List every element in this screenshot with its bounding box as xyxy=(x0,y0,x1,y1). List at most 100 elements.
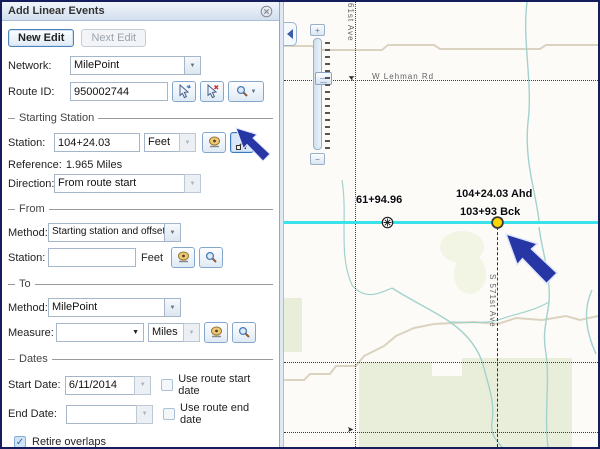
section-to: To xyxy=(8,278,273,290)
panel-body: New Edit Next Edit Network: MilePoint ▼ … xyxy=(2,21,279,449)
from-method-select[interactable]: Starting station and offset ▼ xyxy=(48,223,181,242)
field-polygon xyxy=(359,358,572,447)
chevron-down-icon[interactable]: ▼ xyxy=(128,329,143,336)
station-input[interactable] xyxy=(54,133,140,152)
road-direction-arrow: ➤ xyxy=(347,425,354,434)
measure-search-button[interactable] xyxy=(232,322,256,343)
chevron-down-icon: ▼ xyxy=(183,323,200,342)
direction-value: From route start xyxy=(54,174,184,193)
close-icon[interactable] xyxy=(260,5,273,18)
end-date-value xyxy=(66,405,136,424)
measure-combobox[interactable]: ▼ xyxy=(56,323,144,342)
network-label: Network: xyxy=(8,60,70,72)
to-method-select[interactable]: MilePoint ▼ xyxy=(48,298,181,317)
station-units-value: Feet xyxy=(144,133,179,152)
from-method-label: Method: xyxy=(8,227,48,239)
section-dates: Dates xyxy=(8,353,273,365)
station-label-2a: 104+24.03 Ahd xyxy=(456,188,532,200)
station-units-select[interactable]: Feet ▼ xyxy=(144,133,196,152)
route-id-label: Route ID: xyxy=(8,86,70,98)
tan-road xyxy=(284,45,598,50)
zoom-slider-track[interactable] xyxy=(313,38,322,150)
road-label-vertical-top: S 561st Ave xyxy=(346,2,355,42)
reference-label: Reference: xyxy=(8,159,62,171)
to-method-label: Method: xyxy=(8,302,48,314)
from-hatch-button[interactable] xyxy=(171,247,195,268)
search-icon xyxy=(238,326,251,339)
start-date-value: 6/11/2014 xyxy=(65,376,134,395)
chevron-down-icon: ▼ xyxy=(179,133,196,152)
milepost-icon xyxy=(176,250,191,265)
use-route-start-date-label: Use route start date xyxy=(178,373,273,397)
collapse-panel-tab[interactable] xyxy=(284,22,297,46)
search-icon xyxy=(205,251,218,264)
road-unlabeled-2 xyxy=(284,432,598,433)
retire-overlaps-label: Retire overlaps xyxy=(32,436,106,448)
from-units-label: Feet xyxy=(141,252,163,264)
section-starting-station: Starting Station xyxy=(8,112,273,124)
road-label-vertical-bottom: S 571st Ave xyxy=(488,274,497,328)
new-edit-button[interactable]: New Edit xyxy=(8,29,74,47)
zoom-out-button[interactable]: − xyxy=(310,153,325,165)
panel-title: Add Linear Events xyxy=(8,5,260,17)
start-date-picker[interactable]: 6/11/2014 ▼ xyxy=(65,376,151,395)
road-s-571st-ave xyxy=(497,222,498,447)
pick-vertex-icon xyxy=(235,135,250,150)
stream xyxy=(586,290,596,354)
road-unlabeled-1 xyxy=(284,362,598,363)
road-label-horizontal: W Lehman Rd xyxy=(372,72,434,81)
direction-select[interactable]: From route start ▼ xyxy=(54,174,201,193)
reference-post-marker[interactable] xyxy=(380,215,395,230)
station-label-2b: 103+93 Bck xyxy=(460,206,520,218)
route-id-input[interactable] xyxy=(70,82,168,101)
use-route-end-date-label: Use route end date xyxy=(180,402,273,426)
network-select[interactable]: MilePoint ▼ xyxy=(70,56,201,75)
route-highlight-line[interactable] xyxy=(284,221,598,224)
cursor-clear-icon xyxy=(205,84,220,99)
measure-units-value: Miles xyxy=(148,323,183,342)
select-route-on-map-button[interactable] xyxy=(172,81,196,102)
start-date-label: Start Date: xyxy=(8,379,65,391)
field-polygon xyxy=(284,298,302,352)
app-window: Add Linear Events New Edit Next Edit Net… xyxy=(0,0,600,449)
basemap-layer xyxy=(284,2,598,447)
measure-units-select[interactable]: Miles ▼ xyxy=(148,323,200,342)
measure-label: Measure: xyxy=(8,327,56,339)
retire-overlaps-checkbox[interactable]: ✓ xyxy=(14,436,26,448)
zoom-in-button[interactable]: + xyxy=(310,24,325,36)
add-linear-events-panel: Add Linear Events New Edit Next Edit Net… xyxy=(2,2,280,447)
from-station-label: Station: xyxy=(8,252,48,264)
map-canvas[interactable]: ➤ ➤ S 561st Ave S 571st Ave W Lehman Rd … xyxy=(284,2,598,447)
chevron-down-icon[interactable]: ▼ xyxy=(164,298,181,317)
section-from: From xyxy=(8,203,273,215)
end-date-label: End Date: xyxy=(8,408,66,420)
chevron-down-icon: ▼ xyxy=(136,405,153,424)
chevron-down-icon: ▼ xyxy=(134,376,151,395)
pick-station-on-map-button[interactable] xyxy=(230,132,254,153)
use-route-end-date-checkbox[interactable] xyxy=(163,408,175,420)
chevron-down-icon[interactable]: ▼ xyxy=(164,223,181,242)
road-s-561st-ave xyxy=(355,2,356,447)
end-date-picker[interactable]: ▼ xyxy=(66,405,153,424)
measure-hatch-button[interactable] xyxy=(204,322,228,343)
clear-route-selection-button[interactable] xyxy=(200,81,224,102)
chevron-down-icon: ▼ xyxy=(251,89,257,95)
next-edit-button[interactable]: Next Edit xyxy=(81,29,146,47)
search-icon xyxy=(236,85,249,98)
use-route-start-date-checkbox[interactable] xyxy=(161,379,173,391)
milepost-icon xyxy=(209,325,224,340)
to-method-value: MilePoint xyxy=(48,298,164,317)
station-label: Station: xyxy=(8,137,54,149)
chevron-down-icon[interactable]: ▼ xyxy=(184,56,201,75)
station-hatch-button[interactable] xyxy=(202,132,226,153)
field-polygon xyxy=(454,254,486,294)
from-search-button[interactable] xyxy=(199,247,223,268)
direction-label: Direction: xyxy=(8,178,54,190)
route-search-menu-button[interactable]: ▼ xyxy=(228,81,264,102)
from-method-value: Starting station and offset xyxy=(48,223,164,242)
milepost-icon xyxy=(207,135,222,150)
network-value: MilePoint xyxy=(70,56,184,75)
cursor-select-icon xyxy=(177,84,192,99)
reference-value: 1.965 Miles xyxy=(66,159,122,171)
from-station-input[interactable] xyxy=(48,248,136,267)
